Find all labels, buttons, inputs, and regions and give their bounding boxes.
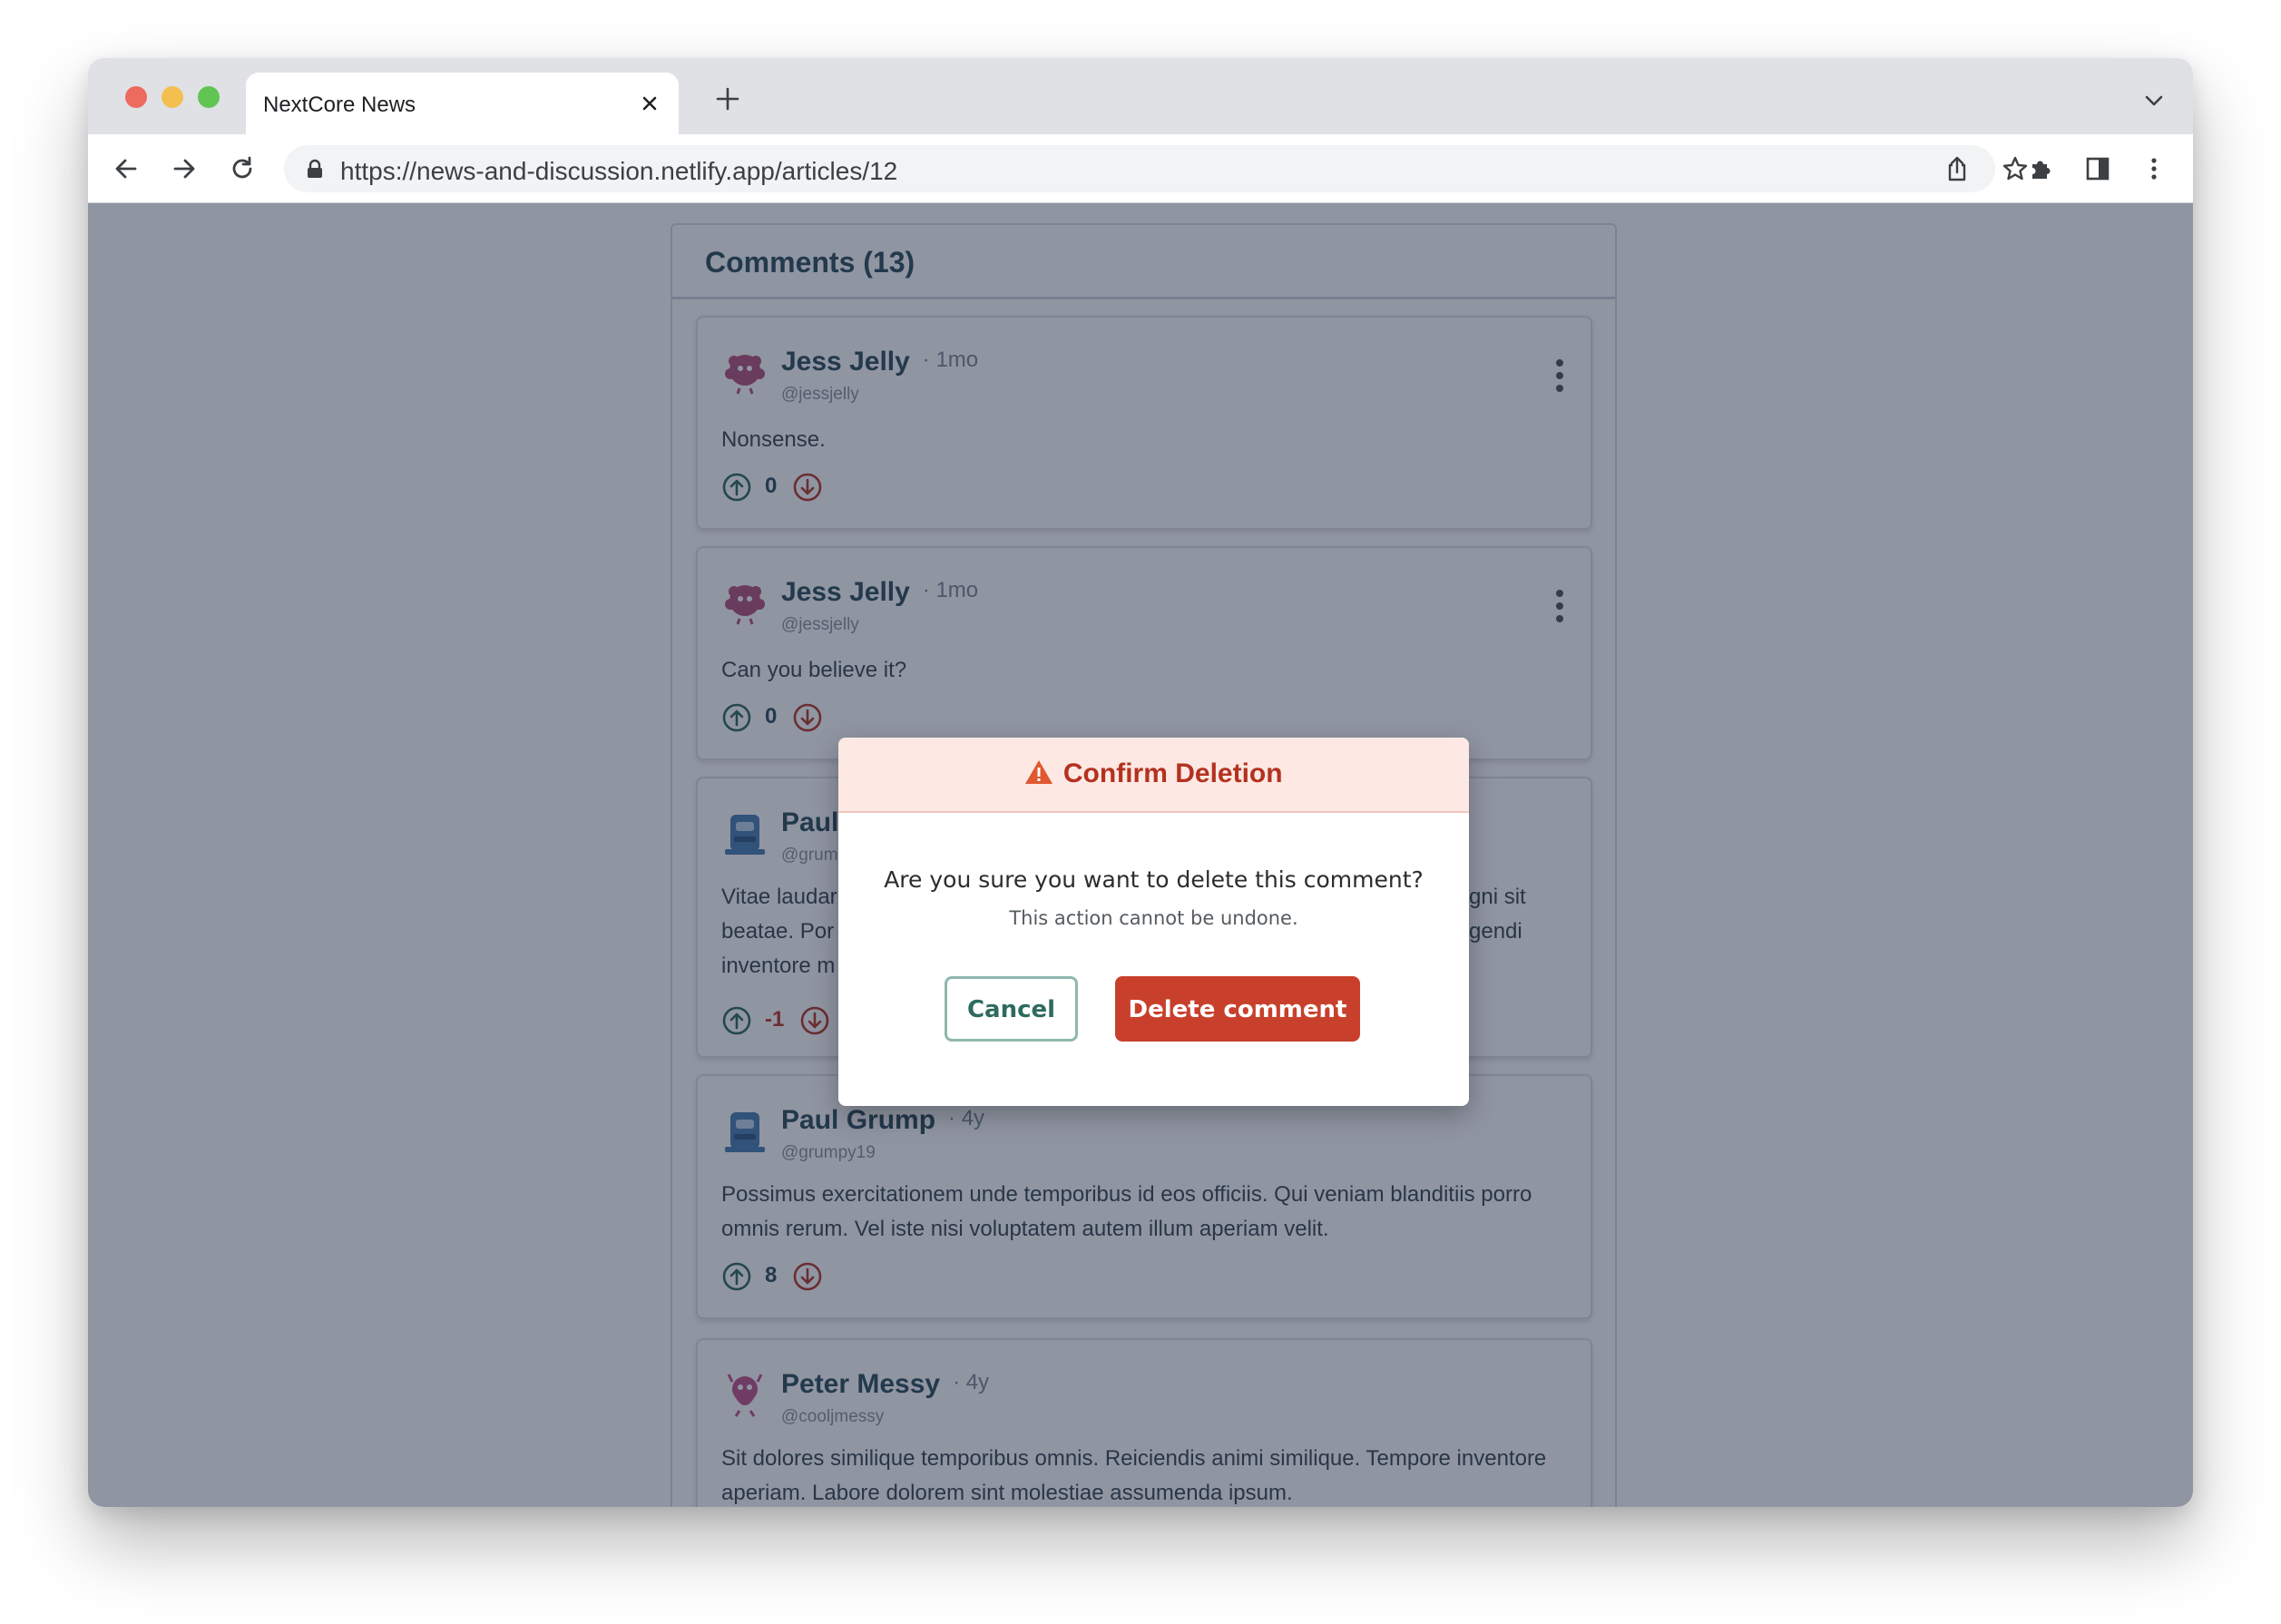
title-bar: NextCore News [88,58,2193,134]
window-minimize-light[interactable] [162,86,183,108]
plus-icon[interactable] [714,85,741,113]
share-icon[interactable] [1943,154,1972,183]
cancel-button[interactable]: Cancel [945,976,1078,1042]
delete-comment-button[interactable]: Delete comment [1115,976,1360,1042]
forward-arrow-icon[interactable] [170,154,199,183]
dialog-question: Are you sure you want to delete this com… [884,866,1424,893]
back-arrow-icon[interactable] [112,154,141,183]
tab-title: NextCore News [263,93,416,117]
dialog-title: Confirm Deletion [1062,758,1283,788]
warning-icon [1025,760,1053,784]
url-text[interactable]: https://news-and-discussion.netlify.app/… [340,157,897,186]
lock-icon[interactable] [306,159,324,179]
browser-toolbar: https://news-and-discussion.netlify.app/… [88,134,2193,203]
more-vertical-icon[interactable] [2139,154,2168,183]
confirm-deletion-dialog: Confirm Deletion Are you sure you want t… [838,738,1469,1106]
extension-icon[interactable] [2027,154,2056,183]
browser-tab[interactable]: NextCore News [246,73,679,134]
dialog-header: Confirm Deletion [838,738,1469,813]
close-icon[interactable] [637,91,662,116]
page-viewport: Comments (13) Jess Jelly · 1mo @jessjelly [88,203,2193,1507]
address-bar[interactable]: https://news-and-discussion.netlify.app/… [284,145,2028,192]
star-icon[interactable] [2001,154,2030,183]
reload-icon[interactable] [228,154,257,183]
window-maximize-light[interactable] [198,86,220,108]
chevron-down-icon[interactable] [2142,89,2166,113]
browser-window: NextCore News https://news-and-discussio… [88,58,2193,1507]
side-panel-icon[interactable] [2083,154,2112,183]
dialog-note: This action cannot be undone. [1009,907,1298,929]
window-close-light[interactable] [125,86,147,108]
